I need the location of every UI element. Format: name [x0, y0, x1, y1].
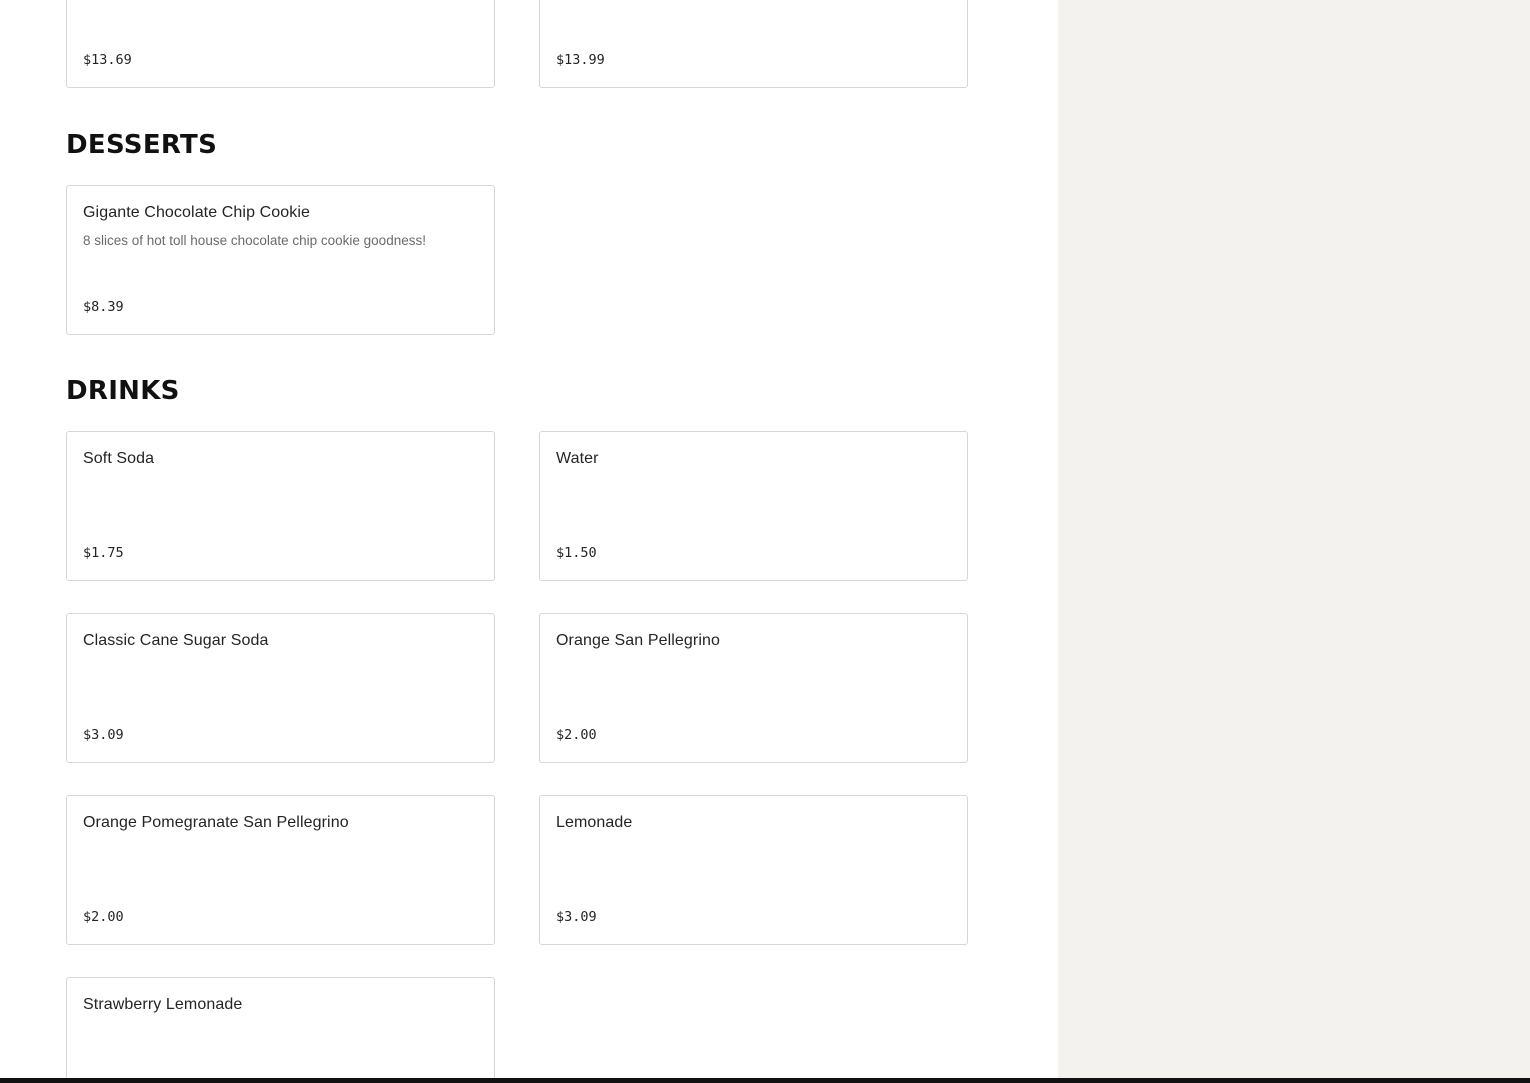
side-panel [1058, 0, 1530, 1083]
menu-item-name: Lemonade [556, 814, 633, 831]
menu-item-price: $8.39 [83, 299, 124, 315]
menu-item-card[interactable]: Orange San Pellegrino $2.00 [539, 613, 968, 763]
menu-item-price: $13.69 [83, 52, 132, 68]
menu-item-price: $3.09 [83, 727, 124, 743]
menu-item-price: $1.50 [556, 545, 597, 561]
menu-item-name: Strawberry Lemonade [83, 996, 243, 1013]
menu-item-name: Orange Pomegranate San Pellegrino [83, 814, 349, 831]
menu-item-price: $13.99 [556, 52, 605, 68]
menu-item-name: Gigante Chocolate Chip Cookie [83, 204, 311, 221]
menu-item-card[interactable]: Strawberry Lemonade [66, 977, 495, 1083]
menu-item-card[interactable]: Gigante Chocolate Chip Cookie 8 slices o… [66, 185, 495, 335]
menu-item-card[interactable]: Classic Cane Sugar Soda $3.09 [66, 613, 495, 763]
bottom-bar [0, 1078, 1530, 1083]
menu-item-card[interactable]: $13.99 [539, 0, 968, 88]
menu-item-description: 8 slices of hot toll house chocolate chi… [83, 233, 426, 248]
menu-item-card[interactable]: Water $1.50 [539, 431, 968, 581]
menu-item-card[interactable]: $13.69 [66, 0, 495, 88]
menu-item-name: Water [556, 450, 599, 467]
menu-item-card[interactable]: Lemonade $3.09 [539, 795, 968, 945]
menu-item-name: Orange San Pellegrino [556, 632, 720, 649]
menu-item-card[interactable]: Orange Pomegranate San Pellegrino $2.00 [66, 795, 495, 945]
menu-item-price: $2.00 [83, 909, 124, 925]
section-title-drinks: DRINKS [66, 376, 180, 406]
menu-item-price: $1.75 [83, 545, 124, 561]
menu-list: $13.69 $13.99 DESSERTS Gigante Chocolate… [0, 0, 1058, 1083]
section-title-desserts: DESSERTS [66, 130, 218, 160]
menu-item-name: Classic Cane Sugar Soda [83, 632, 269, 649]
menu-item-name: Soft Soda [83, 450, 155, 467]
menu-page: $13.69 $13.99 DESSERTS Gigante Chocolate… [0, 0, 1530, 1083]
menu-item-price: $3.09 [556, 909, 597, 925]
menu-item-price: $2.00 [556, 727, 597, 743]
menu-item-card[interactable]: Soft Soda $1.75 [66, 431, 495, 581]
